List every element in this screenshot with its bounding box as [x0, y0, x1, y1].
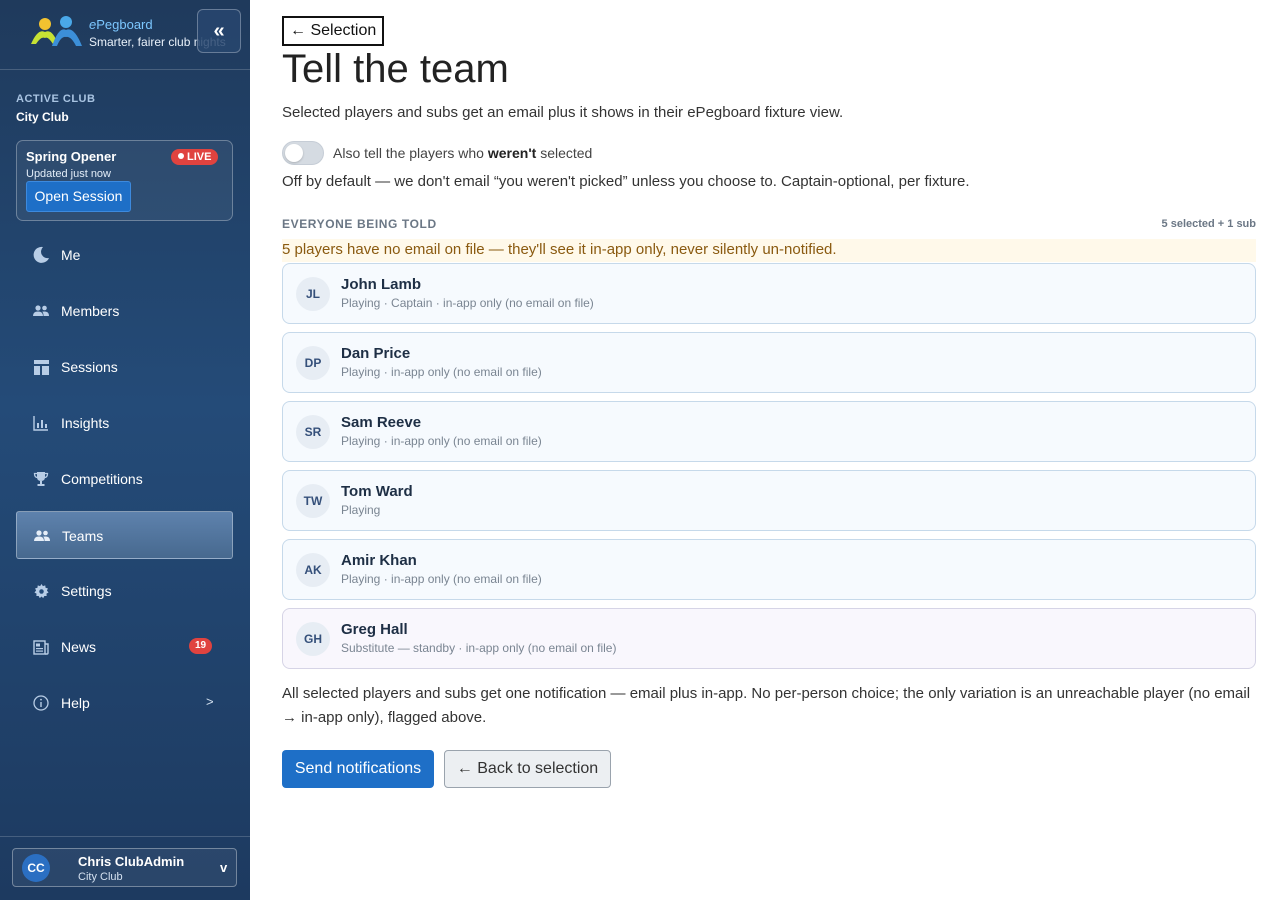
chevron-right-icon: >	[206, 694, 214, 709]
avatar: JL	[296, 277, 330, 311]
list-item: GH Greg Hall Substitute — standby · in-a…	[282, 608, 1256, 669]
notification-summary: All selected players and subs get one no…	[282, 685, 1251, 726]
active-club-name: City Club	[16, 110, 69, 124]
notify-unselected-toggle[interactable]	[282, 141, 324, 165]
sidebar-item-insights[interactable]: Insights	[16, 399, 233, 447]
page-title: Tell the team	[282, 47, 509, 91]
sidebar-item-settings[interactable]: Settings	[16, 567, 233, 615]
send-notifications-button[interactable]: Send notifications	[282, 750, 434, 788]
session-updated: Updated just now	[26, 168, 111, 180]
sidebar-item-label: Me	[61, 247, 81, 263]
newspaper-icon	[32, 638, 50, 656]
avatar: CC	[22, 854, 50, 882]
player-name: Sam Reeve	[341, 414, 422, 431]
avatar: SR	[296, 415, 330, 449]
sidebar-item-label: Help	[61, 695, 90, 711]
player-meta: Playing · in-app only (no email on file)	[341, 572, 542, 586]
user-menu-button[interactable]: CC Chris ClubAdmin City Club v	[12, 848, 237, 887]
sidebar: ePegboard Smarter, fairer club nights « …	[0, 0, 250, 900]
session-title: Spring Opener	[26, 149, 117, 164]
player-meta: Playing · in-app only (no email on file)	[341, 434, 542, 448]
news-count-badge: 19	[189, 638, 213, 654]
list-item: SR Sam Reeve Playing · in-app only (no e…	[282, 401, 1256, 462]
main-content: ← Selection Tell the team Selected playe…	[282, 0, 1256, 900]
user-footer: CC Chris ClubAdmin City Club v	[0, 836, 250, 900]
live-dot-icon	[178, 153, 184, 159]
gear-icon	[32, 582, 50, 600]
sidebar-item-label: Competitions	[61, 471, 143, 487]
no-email-warning: 5 players have no email on file — they'l…	[282, 239, 1256, 262]
sidebar-item-help[interactable]: Help >	[16, 679, 233, 727]
trophy-icon	[32, 470, 50, 488]
moon-icon	[32, 246, 50, 264]
player-name: Dan Price	[341, 345, 411, 362]
section-heading: EVERYONE BEING TOLD	[282, 217, 437, 231]
sidebar-item-label: News	[61, 639, 97, 655]
sidebar-item-competitions[interactable]: Competitions	[16, 455, 233, 503]
player-meta: Playing	[341, 503, 381, 517]
player-meta: Playing · in-app only (no email on file)	[341, 365, 542, 379]
sidebar-item-members[interactable]: Members	[16, 287, 233, 335]
list-item: JL John Lamb Playing · Captain · in-app …	[282, 263, 1256, 324]
brand-name: ePegboard	[89, 17, 153, 32]
open-session-button[interactable]: Open Session	[26, 181, 131, 212]
player-name: Greg Hall	[341, 621, 408, 638]
avatar: DP	[296, 346, 330, 380]
avatar: AK	[296, 553, 330, 587]
list-item: DP Dan Price Playing · in-app only (no e…	[282, 332, 1256, 393]
intro-text: Selected players and subs get an email p…	[282, 104, 844, 121]
toggle-note: Off by default — we don't email “you wer…	[282, 173, 970, 190]
list-item: AK Amir Khan Playing · in-app only (no e…	[282, 539, 1256, 600]
sidebar-item-teams[interactable]: Teams	[16, 511, 233, 559]
player-name: Tom Ward	[341, 483, 413, 500]
live-session-card: Spring Opener Updated just now LIVE Open…	[16, 140, 233, 221]
sidebar-item-label: Teams	[62, 528, 104, 544]
user-club: City Club	[78, 871, 123, 883]
bar-chart-icon	[32, 414, 50, 432]
active-club-label: ACTIVE CLUB	[16, 93, 96, 105]
player-name: Amir Khan	[341, 552, 417, 569]
people-icon	[33, 527, 51, 545]
section-count: 5 selected + 1 sub	[1161, 218, 1256, 230]
live-badge: LIVE	[171, 149, 219, 165]
toggle-label: Also tell the players who weren't select…	[333, 145, 593, 161]
sidebar-item-news[interactable]: News 19	[16, 623, 233, 671]
brand-header: ePegboard Smarter, fairer club nights «	[0, 0, 250, 70]
user-name: Chris ClubAdmin	[78, 854, 185, 869]
people-icon	[32, 302, 50, 320]
avatar: TW	[296, 484, 330, 518]
toggle-knob	[285, 144, 303, 162]
sidebar-item-label: Insights	[61, 415, 110, 431]
collapse-sidebar-button[interactable]: «	[197, 9, 241, 53]
info-icon	[32, 694, 50, 712]
back-to-selection-button[interactable]: ← Back to selection	[444, 750, 611, 788]
sidebar-item-label: Members	[61, 303, 120, 319]
player-name: John Lamb	[341, 276, 422, 293]
chevron-down-icon: v	[220, 860, 228, 875]
back-to-selection-link[interactable]: ← Selection	[282, 16, 385, 46]
sidebar-item-me[interactable]: Me	[16, 231, 233, 279]
list-item: TW Tom Ward Playing	[282, 470, 1256, 531]
player-meta: Substitute — standby · in-app only (no e…	[341, 641, 617, 655]
sidebar-item-label: Sessions	[61, 359, 118, 375]
dashboard-icon	[32, 358, 50, 376]
player-meta: Playing · Captain · in-app only (no emai…	[341, 296, 594, 310]
two-figures-logo-icon	[31, 16, 82, 46]
avatar: GH	[296, 622, 330, 656]
sidebar-item-sessions[interactable]: Sessions	[16, 343, 233, 391]
sidebar-item-label: Settings	[61, 583, 112, 599]
